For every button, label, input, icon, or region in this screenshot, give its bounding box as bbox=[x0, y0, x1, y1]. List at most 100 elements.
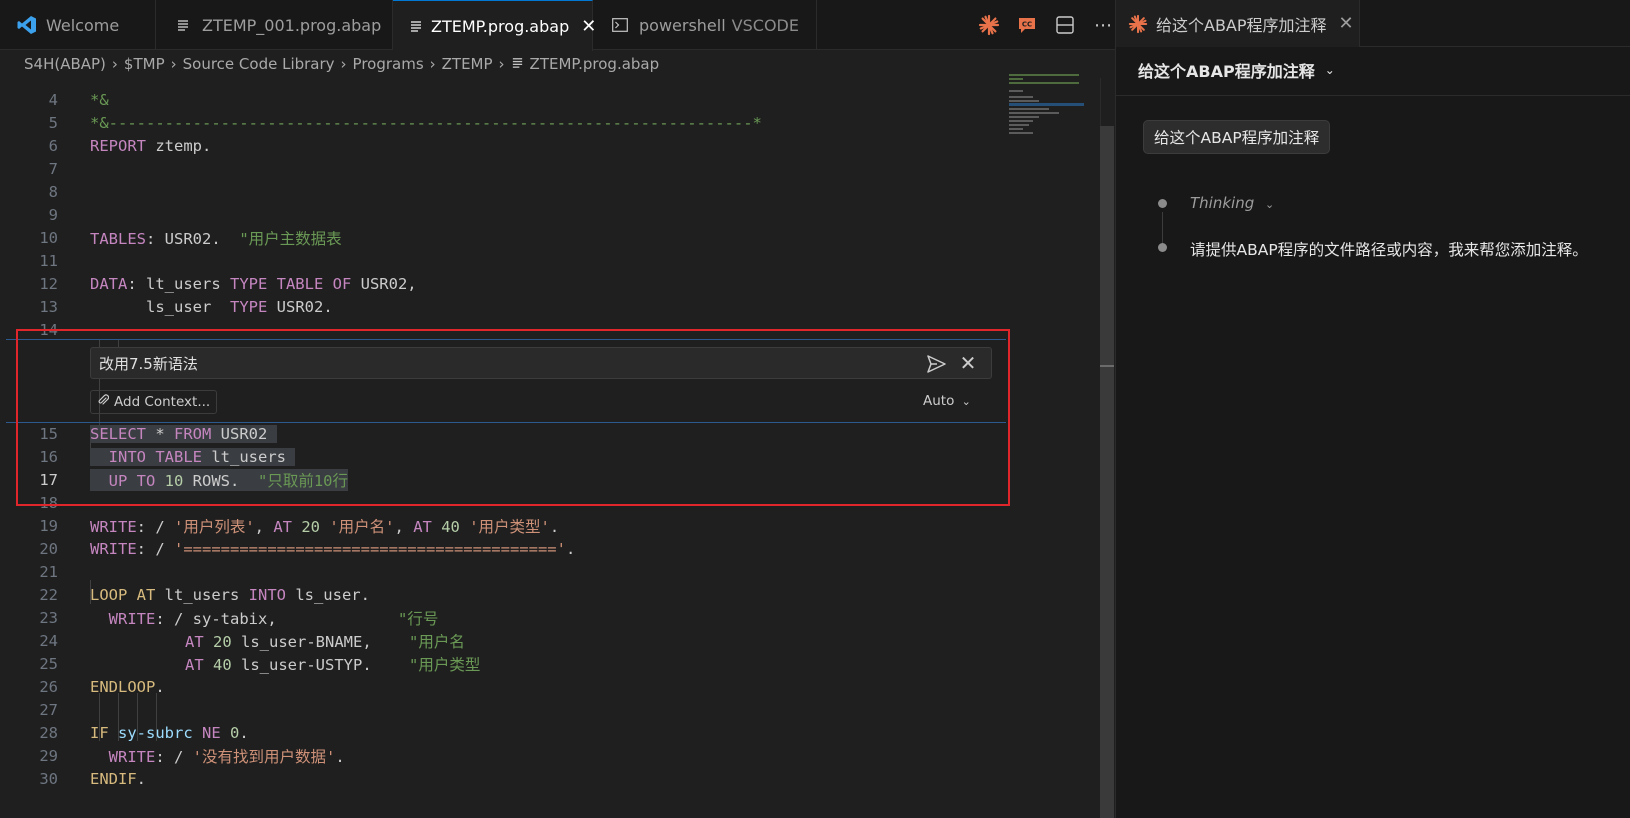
line-number: 22 bbox=[39, 586, 58, 604]
chat-panel: 给这个ABAP程序加注释 ✕ 给这个ABAP程序加注释 ⌄ 给这个ABAP程序加… bbox=[1115, 0, 1630, 818]
chevron-down-icon: ⌄ bbox=[1265, 198, 1275, 211]
breadcrumb-item[interactable]: $TMP bbox=[124, 55, 165, 73]
code-text: AT 40 ls_user-USTYP. "用户类型 bbox=[185, 656, 481, 674]
split-editor-icon[interactable] bbox=[1053, 13, 1077, 37]
claude-icon[interactable] bbox=[977, 13, 1001, 37]
line-number: 5 bbox=[48, 114, 58, 132]
chat-bubble-icon[interactable]: CC bbox=[1015, 13, 1039, 37]
breadcrumb-item[interactable]: ZTEMP bbox=[442, 55, 493, 73]
file-lines-icon bbox=[511, 55, 524, 73]
breadcrumb-item[interactable]: ZTEMP.prog.abap bbox=[530, 55, 660, 73]
code-line: 8 bbox=[0, 180, 1005, 204]
line-number: 26 bbox=[39, 678, 58, 696]
code-line: 27 bbox=[0, 698, 1005, 722]
breadcrumb-item[interactable]: Programs bbox=[353, 55, 424, 73]
code-line: 21 bbox=[0, 560, 1005, 584]
chevron-down-icon: ⌄ bbox=[1324, 63, 1335, 77]
breadcrumb-item[interactable]: Source Code Library bbox=[183, 55, 335, 73]
line-number: 30 bbox=[39, 770, 58, 788]
claude-icon bbox=[1128, 14, 1148, 34]
tab-ztemp-active[interactable]: ZTEMP.prog.abap ✕ bbox=[393, 0, 596, 51]
tab-welcome[interactable]: Welcome bbox=[0, 0, 156, 50]
code-text: IF sy-subrc NE 0. bbox=[90, 724, 249, 742]
code-line: 6 REPORT ztemp. bbox=[0, 134, 1005, 158]
code-line: 10 TABLES: USR02. "用户主数据表 bbox=[0, 226, 1005, 250]
chevron-right-icon: › bbox=[170, 55, 177, 73]
code-text: DATA: lt_users TYPE TABLE OF USR02, bbox=[90, 275, 417, 293]
scrollbar-thumb[interactable] bbox=[1100, 126, 1114, 818]
terminal-icon bbox=[609, 18, 631, 32]
code-text: TABLES: USR02. "用户主数据表 bbox=[90, 230, 342, 248]
code-line: 13 ls_user TYPE USR02. bbox=[0, 295, 1005, 319]
code-line: 23 WRITE: / sy-tabix, "行号 bbox=[0, 606, 1005, 630]
chat-panel-tab[interactable]: 给这个ABAP程序加注释 ✕ bbox=[1116, 0, 1360, 47]
line-number: 7 bbox=[48, 160, 58, 178]
line-number: 25 bbox=[39, 655, 58, 673]
code-line: 9 bbox=[0, 203, 1005, 227]
code-text: REPORT ztemp. bbox=[90, 137, 212, 155]
file-lines-icon bbox=[172, 18, 194, 32]
timeline-dot bbox=[1158, 199, 1167, 208]
chat-header-title: 给这个ABAP程序加注释 bbox=[1138, 62, 1315, 81]
code-text: *& bbox=[90, 91, 109, 109]
code-line: 26 ENDLOOP. bbox=[0, 675, 1005, 699]
line-number: 20 bbox=[39, 540, 58, 558]
code-text: WRITE: / '没有找到用户数据'. bbox=[108, 748, 345, 766]
editor-group: Welcome ZTEMP_001.prog.abap ZTEMP.prog.a… bbox=[0, 0, 1129, 818]
line-number: 9 bbox=[48, 206, 58, 224]
chevron-right-icon: › bbox=[340, 55, 347, 73]
timeline-connector bbox=[1162, 212, 1163, 246]
line-number: 19 bbox=[39, 517, 58, 535]
scrollbar-cursor-marker bbox=[1100, 365, 1114, 367]
code-line: 12 DATA: lt_users TYPE TABLE OF USR02, bbox=[0, 272, 1005, 296]
line-number: 13 bbox=[39, 298, 58, 316]
line-number: 29 bbox=[39, 747, 58, 765]
breadcrumb: S4H(ABAP) › $TMP › Source Code Library ›… bbox=[0, 50, 1129, 78]
code-text: LOOP AT lt_users INTO ls_user. bbox=[90, 586, 370, 604]
line-number: 21 bbox=[39, 563, 58, 581]
code-text: WRITE: / '用户列表', AT 20 '用户名', AT 40 '用户类… bbox=[90, 518, 560, 536]
tab-label: ZTEMP_001.prog.abap bbox=[202, 15, 382, 35]
chevron-right-icon: › bbox=[498, 55, 505, 73]
chat-divider bbox=[1116, 95, 1630, 96]
timeline-dot bbox=[1158, 243, 1167, 252]
code-text: WRITE: / sy-tabix, "行号 bbox=[108, 610, 439, 628]
svg-text:CC: CC bbox=[1022, 21, 1032, 29]
user-message-text: 给这个ABAP程序加注释 bbox=[1154, 129, 1320, 147]
tab-label: Welcome bbox=[46, 15, 120, 35]
tab-label: powershell bbox=[639, 15, 726, 35]
user-message: 给这个ABAP程序加注释 bbox=[1143, 120, 1331, 154]
code-text: ENDIF. bbox=[90, 770, 147, 788]
code-line: 5 *&------------------------------------… bbox=[0, 111, 1005, 135]
thinking-label: Thinking bbox=[1190, 194, 1255, 212]
code-line: 28 IF sy-subrc NE 0. bbox=[0, 721, 1005, 745]
line-number: 10 bbox=[39, 229, 58, 247]
tab-powershell[interactable]: powershell VSCODE bbox=[593, 0, 817, 50]
code-text: ENDLOOP. bbox=[90, 678, 165, 696]
file-lines-icon bbox=[409, 19, 423, 33]
code-line: 22 LOOP AT lt_users INTO ls_user. bbox=[0, 583, 1005, 607]
chevron-right-icon: › bbox=[111, 55, 118, 73]
line-number: 23 bbox=[39, 609, 58, 627]
tab-ztemp-001[interactable]: ZTEMP_001.prog.abap bbox=[156, 0, 393, 50]
code-text: AT 20 ls_user-BNAME, "用户名 bbox=[185, 633, 465, 651]
code-line: 19 WRITE: / '用户列表', AT 20 '用户名', AT 40 '… bbox=[0, 514, 1005, 538]
thinking-toggle[interactable]: Thinking ⌄ bbox=[1190, 194, 1274, 212]
tab-suffix: VSCODE bbox=[731, 15, 799, 35]
minimap[interactable] bbox=[1003, 74, 1084, 144]
code-text: *&--------------------------------------… bbox=[90, 114, 762, 132]
code-line: 11 bbox=[0, 249, 1005, 273]
code-line: 7 bbox=[0, 157, 1005, 181]
code-text: WRITE: / '==============================… bbox=[90, 540, 576, 558]
chat-session-dropdown[interactable]: 给这个ABAP程序加注释 ⌄ bbox=[1138, 58, 1335, 82]
line-number: 6 bbox=[48, 137, 58, 155]
chat-tab-title: 给这个ABAP程序加注释 bbox=[1156, 15, 1327, 35]
chat-tab-strip bbox=[1360, 0, 1630, 47]
more-actions-icon[interactable]: ⋯ bbox=[1091, 13, 1115, 37]
breadcrumb-item[interactable]: S4H(ABAP) bbox=[24, 55, 106, 73]
editor-tabbar: Welcome ZTEMP_001.prog.abap ZTEMP.prog.a… bbox=[0, 0, 1129, 51]
highlight-box bbox=[16, 329, 1010, 506]
code-line: 25 AT 40 ls_user-USTYP. "用户类型 bbox=[0, 652, 1005, 676]
vscode-logo-icon bbox=[16, 15, 38, 35]
close-icon[interactable]: ✕ bbox=[1339, 13, 1354, 34]
